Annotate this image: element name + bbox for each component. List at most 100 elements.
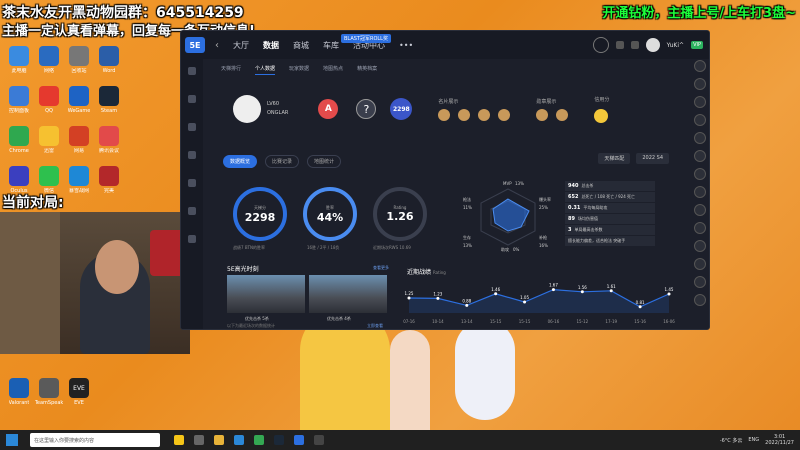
dock-icon[interactable] xyxy=(694,96,706,108)
sidebar-help-icon[interactable] xyxy=(188,235,196,243)
weather-text[interactable]: -6°C 多云 xyxy=(720,437,743,444)
highlight-thumbnail[interactable] xyxy=(227,275,305,313)
nav-lobby[interactable]: 大厅 xyxy=(233,40,249,51)
file-explorer-icon[interactable] xyxy=(214,435,224,445)
desktop-icon[interactable]: QQ xyxy=(34,86,64,114)
desktop-icon[interactable]: 此电脑 xyxy=(4,46,34,74)
nav-data[interactable]: 数据 xyxy=(263,40,279,51)
dock-icon[interactable] xyxy=(694,258,706,270)
desktop-icon[interactable]: 回收站 xyxy=(64,46,94,74)
more-menu-icon[interactable]: ••• xyxy=(399,41,413,50)
mail-icon[interactable] xyxy=(615,41,624,49)
question-icon[interactable]: ? xyxy=(356,99,377,119)
bottom-link[interactable]: 立即查看 xyxy=(367,323,383,329)
desktop-icon[interactable]: 控制面板 xyxy=(4,86,34,114)
highlight-thumbnail[interactable] xyxy=(309,275,387,313)
sidebar-friends-icon[interactable] xyxy=(188,95,196,103)
dock-icon[interactable] xyxy=(694,294,706,306)
dock-icon[interactable] xyxy=(694,204,706,216)
chart-point[interactable] xyxy=(551,288,555,292)
5e-taskbar-icon[interactable] xyxy=(294,435,304,445)
dock-icon[interactable] xyxy=(694,60,706,72)
chrome-icon[interactable] xyxy=(254,435,264,445)
desktop-icon[interactable]: TeamSpeak xyxy=(34,378,64,406)
sidebar-match-icon[interactable] xyxy=(188,123,196,131)
chart-point[interactable] xyxy=(638,305,642,309)
tab-overview[interactable]: 数据概览 xyxy=(223,155,258,168)
dock-icon[interactable] xyxy=(694,114,706,126)
notification-icon[interactable] xyxy=(630,41,639,49)
chart-point[interactable] xyxy=(465,303,469,307)
profile-avatar[interactable] xyxy=(233,95,261,123)
chart-point[interactable] xyxy=(494,292,498,296)
chart-point[interactable] xyxy=(407,296,411,300)
subtab-player[interactable]: 玩家数据 xyxy=(289,65,309,75)
desktop-icon[interactable]: Oculus xyxy=(4,166,34,194)
subtab-map[interactable]: 地图热点 xyxy=(323,65,343,75)
desktop-icon[interactable]: 腾讯会议 xyxy=(94,126,124,154)
subtab-personal[interactable]: 个人数据 xyxy=(255,65,276,75)
desktop-icon[interactable]: WeGame xyxy=(64,86,94,114)
windows-start-icon[interactable] xyxy=(6,434,18,446)
season-select[interactable]: 2022 S4 xyxy=(636,153,669,164)
dock-icon[interactable] xyxy=(694,186,706,198)
dock-icon[interactable] xyxy=(694,276,706,288)
task-view-icon[interactable] xyxy=(194,435,204,445)
chart-point[interactable] xyxy=(436,296,440,300)
profile-level: LV60 xyxy=(267,101,280,107)
obs-icon[interactable] xyxy=(314,435,324,445)
taskbar-app-icon[interactable] xyxy=(174,435,184,445)
desktop-icon[interactable]: Word xyxy=(94,46,124,74)
chart-point[interactable] xyxy=(580,290,584,294)
sidebar-home-icon[interactable] xyxy=(188,67,196,75)
clock[interactable]: 3:01 2022/11/27 xyxy=(765,434,794,446)
username[interactable]: YuKi^ xyxy=(667,42,684,49)
medal-icon[interactable] xyxy=(458,108,471,121)
badge-icon[interactable] xyxy=(556,108,569,121)
chart-point[interactable] xyxy=(609,289,613,293)
sidebar-settings-icon[interactable] xyxy=(188,179,196,187)
medal-icon[interactable] xyxy=(478,108,491,121)
desktop-icon[interactable]: 完美 xyxy=(94,166,124,194)
chart-point[interactable] xyxy=(667,292,671,296)
dock-icon[interactable] xyxy=(694,78,706,90)
avatar[interactable] xyxy=(645,38,660,52)
desktop-icon[interactable]: 网络 xyxy=(34,46,64,74)
dock-icon[interactable] xyxy=(694,168,706,180)
back-arrow-icon[interactable]: ‹ xyxy=(215,40,219,51)
desktop-icon[interactable]: Chrome xyxy=(4,126,34,154)
blast-badge[interactable]: BLAST冠军ROLL奖 xyxy=(341,34,391,43)
sidebar-wifi-icon[interactable] xyxy=(188,207,196,215)
tab-map-stats[interactable]: 地图统计 xyxy=(307,155,342,168)
language-indicator[interactable]: ENG xyxy=(748,437,759,443)
desktop-icon[interactable]: 迅雷 xyxy=(34,126,64,154)
desktop-icon[interactable]: EVE EVE xyxy=(64,378,94,406)
desktop-icon[interactable]: 微信 xyxy=(34,166,64,194)
dock-icon[interactable] xyxy=(694,222,706,234)
chart-point[interactable] xyxy=(523,300,527,304)
sidebar-team-icon[interactable] xyxy=(188,151,196,159)
desktop-icon[interactable]: 暴雪战网 xyxy=(64,166,94,194)
badge-icon[interactable] xyxy=(536,108,549,121)
subtab-ladder[interactable]: 天梯排行 xyxy=(221,65,241,75)
desktop-icon[interactable]: Valorant xyxy=(4,378,34,406)
highlights-more-link[interactable]: 查看更多 xyxy=(373,265,389,271)
mode-select[interactable]: 天梯匹配 xyxy=(598,153,631,164)
edge-icon[interactable] xyxy=(234,435,244,445)
taskbar-search-input[interactable]: 在这里输入你要搜索的内容 xyxy=(30,433,160,447)
steam-icon[interactable] xyxy=(274,435,284,445)
5e-logo-icon[interactable]: 5E xyxy=(185,37,205,53)
medal-icon[interactable] xyxy=(498,108,511,121)
dock-icon[interactable] xyxy=(694,240,706,252)
desktop-icon[interactable]: Steam xyxy=(94,86,124,114)
taskbar: 在这里输入你要搜索的内容 -6°C 多云 ENG 3:01 2022/11/27 xyxy=(0,430,800,450)
tab-match-records[interactable]: 比赛记录 xyxy=(265,155,300,168)
subtab-elite[interactable]: 精英档案 xyxy=(357,65,377,75)
dock-icon[interactable] xyxy=(694,132,706,144)
nav-garage[interactable]: 车库 xyxy=(323,40,339,51)
nav-shop[interactable]: 商城 xyxy=(293,40,309,51)
medal-icon[interactable] xyxy=(438,108,451,121)
dock-icon[interactable] xyxy=(694,150,706,162)
desktop-icon[interactable]: 网易 xyxy=(64,126,94,154)
rank-emblem-icon[interactable] xyxy=(592,37,609,53)
